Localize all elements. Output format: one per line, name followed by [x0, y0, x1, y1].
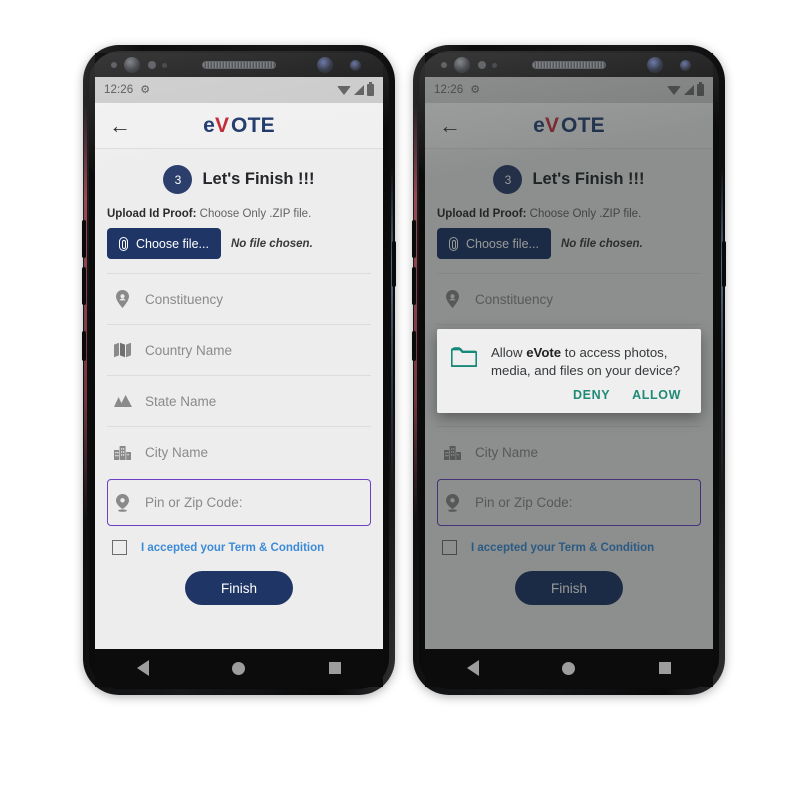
- phone-mockup-left: 12:26 ⚙ ← e V OTE 3 Let's Finish !!! Upl…: [82, 45, 396, 695]
- front-camera-icon: [454, 57, 470, 73]
- sensor-bar: [425, 53, 713, 77]
- nav-recents-icon[interactable]: [659, 662, 672, 674]
- volume-up-button[interactable]: [82, 220, 86, 258]
- android-nav-bar: [425, 649, 713, 687]
- terms-row: I accepted your Term & Condition: [107, 526, 371, 555]
- finish-button[interactable]: Finish: [184, 571, 293, 605]
- status-time: 12:26: [104, 84, 134, 96]
- finish-button-label: Finish: [220, 580, 257, 596]
- field-city-name[interactable]: City Name: [107, 426, 371, 477]
- field-pin-or-zip-code[interactable]: Pin or Zip Code:: [107, 479, 371, 526]
- field-label: City Name: [145, 444, 209, 460]
- map-pin-icon: [112, 493, 132, 513]
- upload-instruction-rest: Choose Only .ZIP file.: [196, 208, 312, 220]
- led-indicator-icon: [350, 60, 361, 71]
- terms-link[interactable]: I accepted your Term & Condition: [141, 542, 324, 554]
- battery-icon: [367, 82, 374, 96]
- permission-dialog: Allow eVote to access photos, media, and…: [437, 329, 701, 414]
- power-button[interactable]: [722, 241, 726, 287]
- earpiece-speaker-icon: [532, 61, 606, 69]
- permission-dialog-actions: DENY ALLOW: [451, 379, 687, 406]
- field-constituency[interactable]: Constituency: [107, 273, 371, 324]
- terms-checkbox[interactable]: [112, 540, 127, 555]
- led-indicator-icon: [680, 60, 691, 71]
- proximity-sensor-icon: [148, 61, 156, 69]
- location-person-icon: [112, 289, 132, 309]
- nav-back-icon[interactable]: [466, 660, 479, 676]
- android-status-bar: 12:26 ⚙: [95, 77, 383, 103]
- folder-icon: [450, 344, 478, 379]
- device-edge-highlight-left: [84, 105, 87, 525]
- logo-checkmark-icon: V: [215, 113, 230, 137]
- permission-message-pre: Allow: [491, 345, 527, 360]
- choose-file-button[interactable]: Choose file...: [107, 228, 221, 259]
- light-sensor-icon: [162, 63, 167, 68]
- field-country-name[interactable]: Country Name: [107, 324, 371, 375]
- field-label: Constituency: [145, 291, 224, 307]
- wifi-icon: [337, 85, 351, 95]
- nav-back-icon[interactable]: [136, 660, 149, 676]
- nav-home-icon[interactable]: [232, 661, 246, 675]
- permission-dialog-body: Allow eVote to access photos, media, and…: [450, 344, 687, 379]
- permission-message: Allow eVote to access photos, media, and…: [491, 344, 687, 379]
- sensor-dot-icon: [441, 62, 447, 68]
- upload-instruction-bold: Upload Id Proof:: [107, 208, 197, 220]
- assistant-button[interactable]: [412, 331, 416, 361]
- earpiece-speaker-icon: [202, 61, 276, 69]
- choose-file-label: Choose file...: [136, 236, 209, 251]
- gear-icon: ⚙: [140, 83, 151, 96]
- sensor-dot-icon: [111, 62, 117, 68]
- front-camera-icon: [124, 57, 140, 73]
- screenshot-root: 12:26 ⚙ ← e V OTE 3 Let's Finish !!! Upl…: [0, 0, 800, 800]
- file-status-text: No file chosen.: [230, 237, 313, 250]
- form-content: 3 Let's Finish !!! Upload Id Proof: Choo…: [95, 149, 383, 649]
- phone-mockup-right: 12:26 ⚙ ← e V OTE 3 Let's Finish !!! Upl…: [412, 45, 726, 695]
- app-bar: ← e V OTE: [95, 103, 383, 149]
- signal-icon: [354, 85, 364, 95]
- power-button[interactable]: [392, 241, 396, 287]
- file-upload-row: Choose file... No file chosen.: [107, 228, 371, 273]
- step-number-badge: 3: [163, 165, 193, 194]
- field-label: State Name: [145, 393, 217, 409]
- volume-down-button[interactable]: [412, 267, 416, 305]
- evote-logo: e V OTE: [203, 114, 275, 138]
- device-edge-highlight-left: [414, 105, 417, 525]
- paperclip-icon: [119, 236, 128, 251]
- logo-suffix: OTE: [231, 113, 275, 137]
- map-icon: [112, 340, 132, 360]
- field-label: Pin or Zip Code:: [145, 495, 243, 510]
- step-header: 3 Let's Finish !!!: [107, 149, 371, 208]
- page-title: Let's Finish !!!: [202, 170, 315, 188]
- nav-recents-icon[interactable]: [329, 662, 342, 674]
- city-buildings-icon: [112, 442, 132, 462]
- device-edge-highlight-right: [391, 165, 393, 495]
- logo-prefix: e: [203, 113, 216, 137]
- back-arrow-icon[interactable]: ←: [109, 114, 135, 137]
- evote-app: 12:26 ⚙ ← e V OTE 3 Let's Finish !!! Upl…: [95, 77, 383, 649]
- deny-button[interactable]: DENY: [573, 388, 610, 402]
- android-nav-bar: [95, 649, 383, 687]
- iris-scanner-icon: [647, 57, 663, 73]
- permission-app-name: eVote: [526, 345, 562, 360]
- device-edge-highlight-right: [721, 165, 723, 495]
- proximity-sensor-icon: [478, 61, 486, 69]
- volume-up-button[interactable]: [412, 220, 416, 258]
- phone-screen: 12:26 ⚙ ← e V OTE 3 Let's Finish !!! Upl…: [95, 77, 383, 649]
- volume-down-button[interactable]: [82, 267, 86, 305]
- upload-instruction: Upload Id Proof: Choose Only .ZIP file.: [107, 208, 371, 220]
- mountains-icon: [112, 391, 132, 411]
- field-state-name[interactable]: State Name: [107, 375, 371, 426]
- allow-button[interactable]: ALLOW: [632, 388, 681, 402]
- light-sensor-icon: [492, 63, 497, 68]
- iris-scanner-icon: [317, 57, 333, 73]
- assistant-button[interactable]: [82, 331, 86, 361]
- phone-screen: 12:26 ⚙ ← e V OTE 3 Let's Finish !!! Upl…: [425, 77, 713, 649]
- field-label: Country Name: [145, 342, 233, 358]
- sensor-bar: [95, 53, 383, 77]
- submit-row: Finish: [107, 555, 371, 605]
- nav-home-icon[interactable]: [562, 661, 576, 675]
- status-indicators: [337, 82, 374, 96]
